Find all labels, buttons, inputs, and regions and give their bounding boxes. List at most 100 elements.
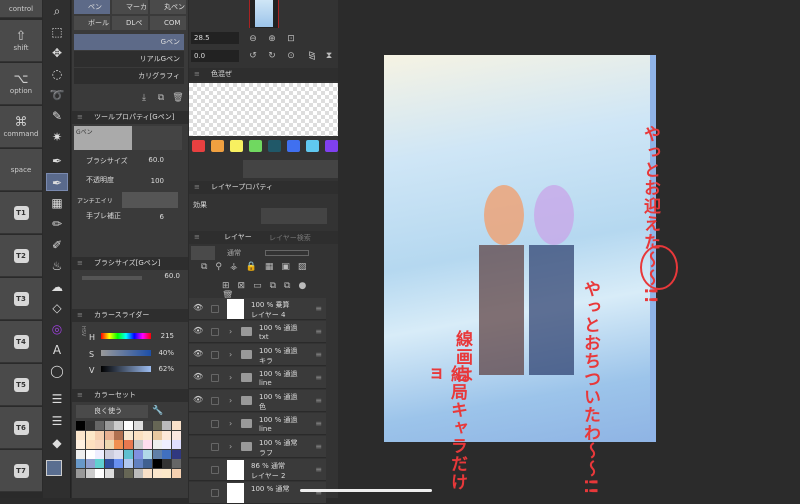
brush-icon[interactable]: ✐ — [46, 236, 68, 254]
palette-swatch[interactable] — [104, 459, 114, 469]
palette-swatch[interactable] — [104, 430, 114, 440]
eye-icon[interactable]: 👁 — [193, 395, 203, 404]
palette-swatch[interactable] — [95, 421, 105, 430]
palette-swatch[interactable] — [152, 430, 162, 440]
palette-swatch[interactable] — [114, 449, 124, 459]
palette-swatch[interactable] — [133, 449, 143, 459]
layer-row[interactable]: 👁 › 100 % 通過 キラ ≡ — [189, 344, 326, 366]
eyedropper-icon[interactable]: ✎ — [46, 107, 68, 125]
eye-icon[interactable]: 👁 — [193, 326, 203, 335]
palette-swatch[interactable] — [172, 440, 181, 450]
palette-swatch[interactable] — [76, 421, 85, 430]
palette-swatch[interactable] — [85, 421, 95, 430]
palette-swatch[interactable] — [172, 421, 181, 430]
trash-icon[interactable]: 🗑 — [172, 93, 184, 103]
mix-color-swatch[interactable] — [211, 140, 224, 152]
wrench-icon[interactable]: 🔧 — [152, 406, 164, 416]
chevron-right-icon[interactable]: › — [229, 419, 232, 428]
palette-swatch[interactable] — [152, 459, 162, 469]
stabilize-value[interactable]: 6 — [160, 213, 164, 221]
layer-checkbox[interactable] — [211, 351, 219, 359]
layer-row[interactable]: › 100 % 通過 line ≡ — [189, 413, 326, 435]
palette-swatch[interactable] — [76, 430, 85, 440]
palette-swatch[interactable] — [114, 440, 124, 450]
lasso-icon[interactable]: ➰ — [46, 86, 68, 104]
layer-checkbox[interactable] — [211, 489, 219, 497]
palette-swatch[interactable] — [162, 430, 172, 440]
palette-swatch[interactable] — [124, 469, 133, 478]
zoom-in-icon[interactable]: ⊕ — [266, 34, 278, 44]
pen-icon[interactable]: ✒ — [46, 152, 68, 170]
palette-swatch[interactable] — [172, 449, 181, 459]
palette-swatch[interactable] — [124, 440, 133, 450]
chevron-right-icon[interactable]: › — [229, 327, 232, 336]
palette-swatch[interactable] — [95, 440, 105, 450]
palette-swatch[interactable] — [162, 440, 172, 450]
palette-swatch[interactable] — [85, 440, 95, 450]
palette-swatch[interactable] — [124, 421, 133, 430]
download-icon[interactable]: ⤓ — [138, 93, 150, 103]
palette-swatch[interactable] — [133, 421, 143, 430]
fill-icon[interactable]: ◆ — [46, 434, 68, 452]
key-space[interactable]: space — [0, 149, 42, 191]
palette-swatch[interactable] — [114, 430, 124, 440]
palette-swatch[interactable] — [76, 469, 85, 478]
zoom-out-icon[interactable]: ⊖ — [247, 34, 259, 44]
subtool-tab[interactable]: ペン — [74, 0, 110, 14]
layer-checkbox[interactable] — [211, 305, 219, 313]
rotate-left-icon[interactable]: ↺ — [247, 51, 259, 61]
mix-tools[interactable] — [243, 160, 338, 178]
palette-swatch[interactable] — [95, 449, 105, 459]
brush-gpen[interactable]: Gペン — [74, 34, 184, 50]
palette-swatch[interactable] — [162, 449, 172, 459]
frame-icon[interactable]: ☰ — [46, 412, 68, 430]
mix-color-swatch[interactable] — [268, 140, 281, 152]
layer-row[interactable]: 👁 100 % 乗算 レイヤー 4 ≡ — [189, 298, 326, 320]
eye-icon[interactable]: 👁 — [193, 303, 203, 312]
layer-checkbox[interactable] — [211, 466, 219, 474]
reset-rotation-icon[interactable]: ⊙ — [285, 51, 297, 61]
palette-swatch[interactable] — [76, 449, 85, 459]
palette-swatch[interactable] — [114, 469, 124, 478]
palette-swatch[interactable] — [162, 469, 172, 478]
palette-swatch[interactable] — [95, 469, 105, 478]
text-icon[interactable]: A — [46, 341, 68, 359]
palette-swatch[interactable] — [114, 459, 124, 469]
key-t1[interactable]: T1 — [0, 192, 42, 234]
key-t7[interactable]: T7 — [0, 450, 42, 492]
layer-search-tab[interactable]: レイヤー検索 — [269, 233, 311, 243]
palette-swatch[interactable] — [85, 449, 95, 459]
palette-swatch[interactable] — [143, 459, 153, 469]
palette-swatch[interactable] — [143, 440, 153, 450]
palette-swatch[interactable] — [133, 440, 143, 450]
palette-swatch[interactable] — [114, 421, 124, 430]
antialias-selector[interactable] — [122, 192, 178, 208]
palette-swatch[interactable] — [85, 430, 95, 440]
palette-swatch[interactable] — [124, 449, 133, 459]
blend-icon[interactable]: ☁ — [46, 278, 68, 296]
layer-row[interactable]: 👁 › 100 % 通過 txt ≡ — [189, 321, 326, 343]
balloon-icon[interactable]: ◯ — [46, 362, 68, 380]
rotate-right-icon[interactable]: ↻ — [266, 51, 278, 61]
chevron-right-icon[interactable]: › — [229, 396, 232, 405]
saturation-slider[interactable] — [101, 350, 151, 356]
palette-swatch[interactable] — [143, 430, 153, 440]
hue-slider[interactable] — [101, 333, 151, 339]
palette-swatch[interactable] — [104, 449, 114, 459]
subtool-tab[interactable]: DLペ — [112, 16, 148, 30]
fit-icon[interactable]: ⊡ — [285, 34, 297, 44]
mix-color-swatch[interactable] — [325, 140, 338, 152]
opacity-slider[interactable] — [265, 250, 309, 256]
mix-color-swatch[interactable] — [306, 140, 319, 152]
palette-swatch[interactable] — [162, 459, 172, 469]
layer-tab[interactable]: レイヤー — [189, 231, 338, 244]
hsv-tab[interactable]: HSV — [80, 326, 86, 336]
navigator-thumbnail[interactable] — [249, 0, 279, 28]
palette-swatch[interactable] — [172, 430, 181, 440]
brush-size-value[interactable]: 60.0 — [148, 156, 164, 164]
palette-swatch[interactable] — [85, 459, 95, 469]
drag-handle-icon[interactable]: ≡ — [315, 304, 322, 313]
layer-checkbox[interactable] — [211, 328, 219, 336]
mix-color-swatch[interactable] — [249, 140, 262, 152]
move-icon[interactable]: ✥ — [46, 44, 68, 62]
